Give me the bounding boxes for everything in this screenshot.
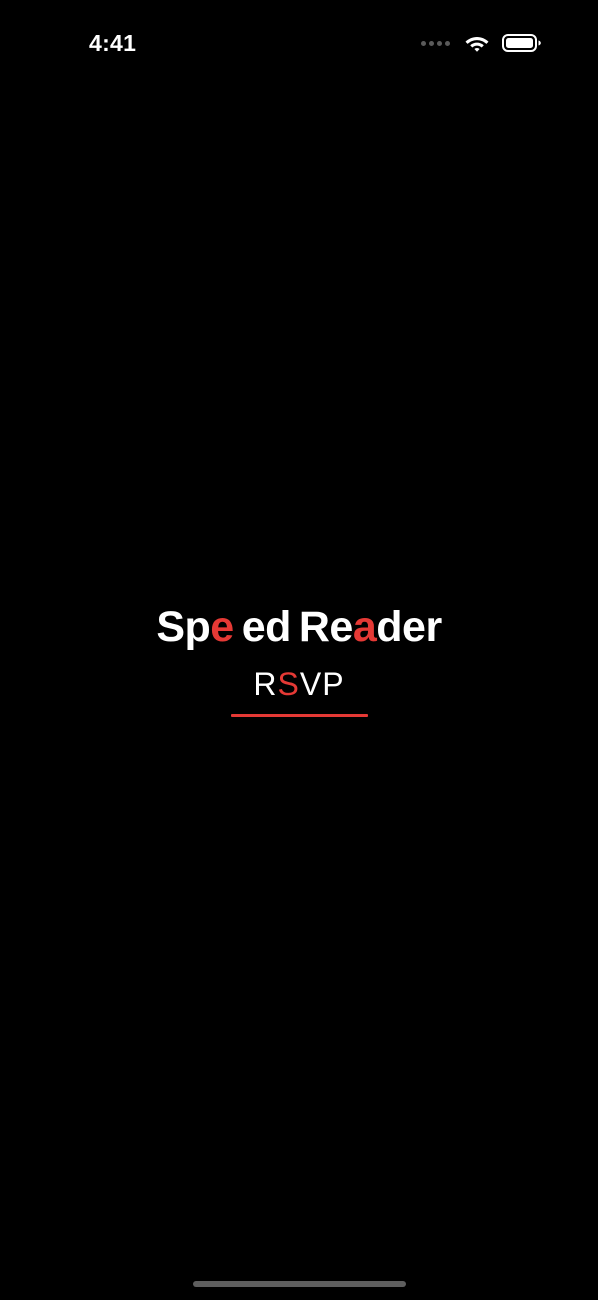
status-bar: 4:41 — [0, 0, 598, 88]
app-subtitle: RSVP — [0, 664, 598, 704]
status-indicators — [421, 33, 542, 53]
title-word-reader: Reader — [299, 600, 442, 654]
wifi-icon — [464, 33, 490, 53]
app-logo: Spe ed Reader RSVP — [0, 600, 598, 717]
home-indicator[interactable] — [193, 1281, 406, 1287]
status-time: 4:41 — [89, 30, 137, 56]
title-word-reader-end: der — [376, 603, 442, 651]
cellular-signal-icon — [421, 40, 450, 46]
subtitle-end: VP — [299, 666, 345, 702]
title-word-speed-start: Sp — [156, 603, 211, 651]
title-word-speed-focus-letter: e — [210, 603, 234, 651]
splash-screen: 4:41 Spe ed Reader RSVP — [0, 0, 598, 1300]
battery-icon — [502, 33, 542, 53]
logo-underline — [230, 714, 368, 717]
title-word-speed: Spe ed — [156, 600, 291, 654]
title-word-reader-start: Re — [298, 603, 353, 651]
subtitle-start: R — [253, 666, 278, 702]
title-word-speed-end: ed — [241, 603, 292, 651]
subtitle-focus-letter: S — [277, 666, 300, 702]
app-title: Spe ed Reader — [0, 600, 598, 654]
title-word-reader-focus-letter: a — [352, 603, 377, 651]
